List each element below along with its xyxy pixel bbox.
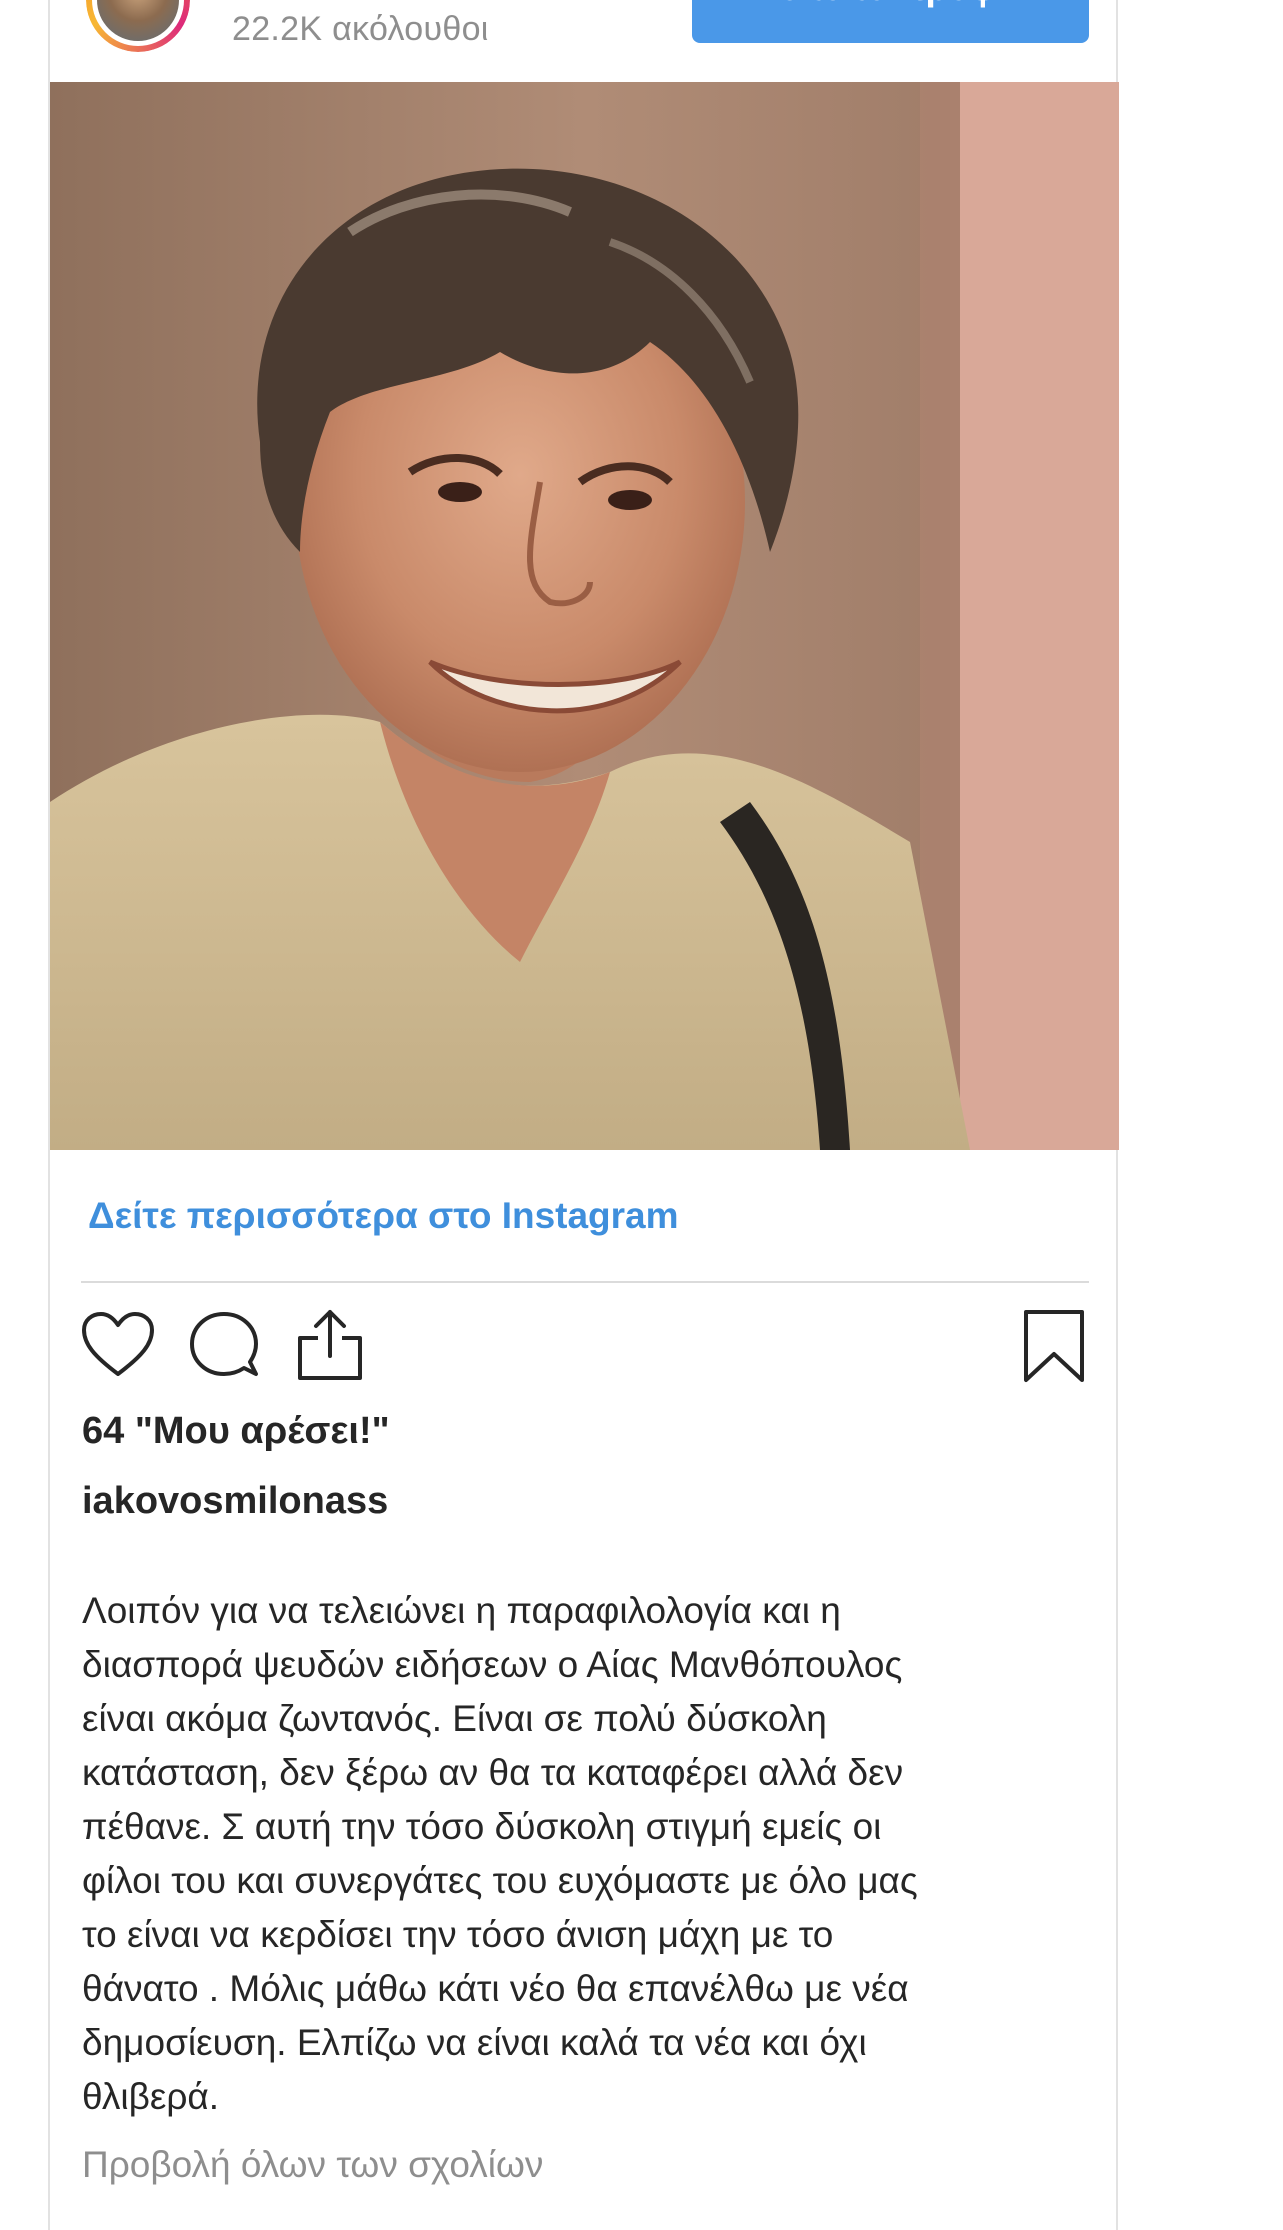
post-username[interactable]: iakovosmilonass <box>82 1480 388 1523</box>
comment-icon[interactable] <box>188 1310 262 1384</box>
post-image[interactable] <box>50 82 1119 1150</box>
share-icon[interactable] <box>294 1306 366 1382</box>
followers-count: 22.2K ακόλουθοι <box>232 10 489 48</box>
likes-count[interactable]: 64 "Μου αρέσει!" <box>82 1410 390 1453</box>
view-profile-label: Δείτε το προφίλ <box>755 0 1026 24</box>
view-all-comments-link[interactable]: Προβολή όλων των σχολίων <box>82 2144 543 2186</box>
view-profile-button[interactable]: Δείτε το προφίλ <box>692 0 1089 43</box>
divider <box>81 1281 1089 1283</box>
see-more-on-instagram-link[interactable]: Δείτε περισσότερα στο Instagram <box>88 1195 679 1237</box>
bookmark-icon[interactable] <box>1022 1308 1086 1384</box>
post-caption: Λοιπόν για να τελειώνει η παραφιλολογία … <box>82 1590 918 2117</box>
post-image-illustration <box>50 82 1119 1150</box>
heart-icon[interactable] <box>80 1310 156 1380</box>
